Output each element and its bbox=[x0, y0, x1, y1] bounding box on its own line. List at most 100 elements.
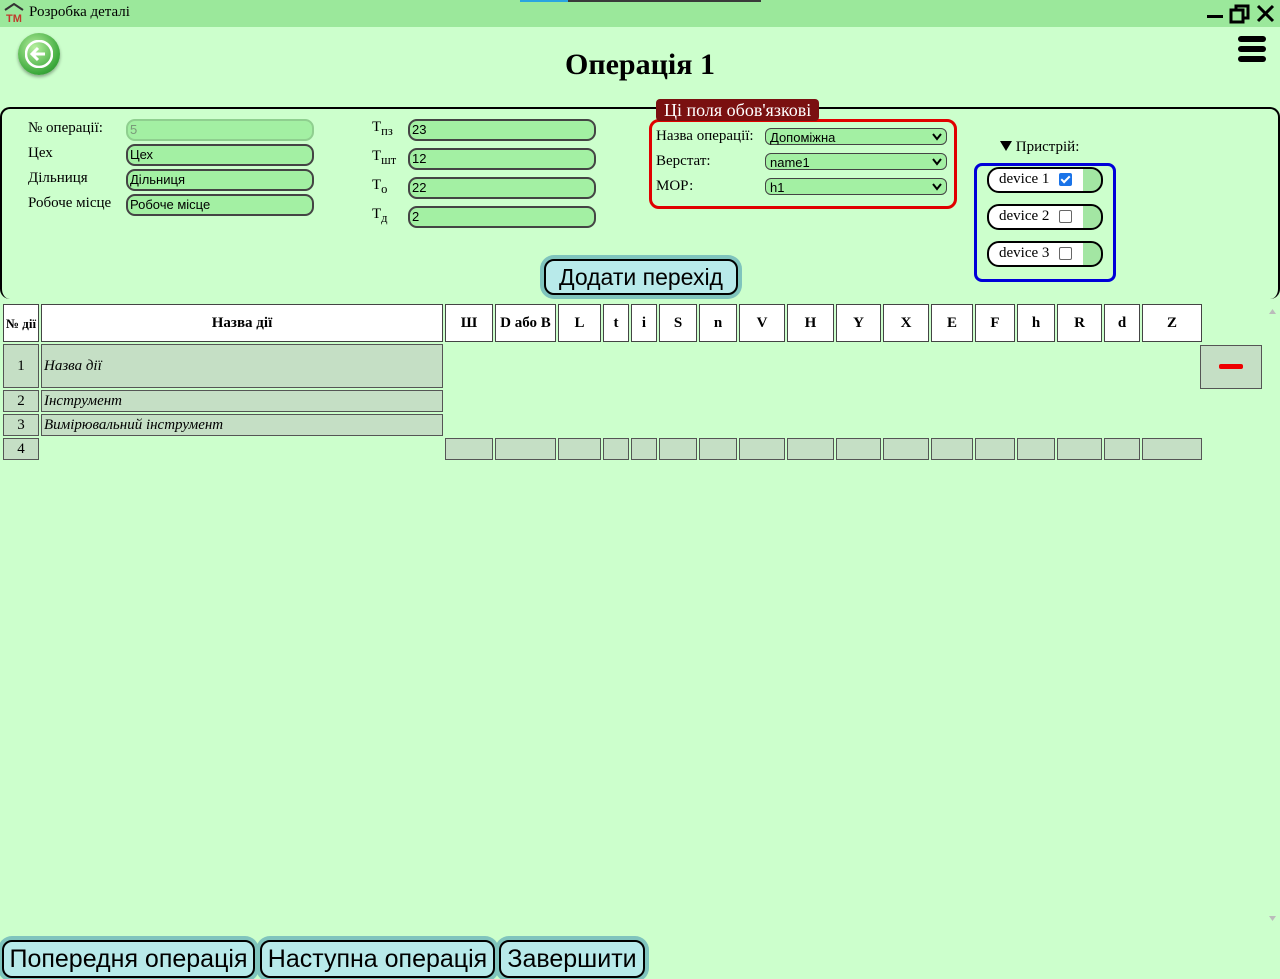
row-number: 4 bbox=[3, 438, 39, 460]
param-input[interactable] bbox=[1017, 438, 1055, 460]
t-pz-field[interactable]: 23 bbox=[408, 119, 596, 141]
param-header: R bbox=[1057, 304, 1102, 342]
t-d-field[interactable]: 2 bbox=[408, 206, 596, 228]
param-input[interactable] bbox=[1104, 438, 1140, 460]
measuring-tool-input[interactable]: Вимірювальний інструмент bbox=[41, 414, 443, 436]
device-item-3[interactable]: device 3 bbox=[987, 241, 1103, 267]
param-header: H bbox=[787, 304, 834, 342]
row-number: 3 bbox=[3, 414, 39, 436]
param-header: V bbox=[739, 304, 785, 342]
op-name-select[interactable]: Допоміжна bbox=[765, 128, 947, 145]
t-sht-field[interactable]: 12 bbox=[408, 148, 596, 170]
table-header-num: № дії bbox=[3, 304, 39, 342]
triangle-down-icon bbox=[1000, 141, 1012, 151]
param-header: d bbox=[1104, 304, 1140, 342]
param-input[interactable] bbox=[445, 438, 493, 460]
param-header: E bbox=[931, 304, 973, 342]
table-row: 2 Інструмент bbox=[3, 390, 1202, 412]
table-row: 1 Назва дії bbox=[3, 344, 1202, 388]
prev-operation-button[interactable]: Попередня операція bbox=[2, 940, 255, 978]
param-input[interactable] bbox=[558, 438, 601, 460]
next-operation-button[interactable]: Наступна операція bbox=[260, 940, 495, 978]
param-header: t bbox=[603, 304, 629, 342]
action-name-input[interactable]: Назва дії bbox=[41, 344, 443, 388]
param-header: n bbox=[699, 304, 737, 342]
device-item-1[interactable]: device 1 bbox=[987, 167, 1103, 193]
param-header: L bbox=[558, 304, 601, 342]
t-o-field[interactable]: 22 bbox=[408, 177, 596, 199]
window-title: Розробка деталі bbox=[29, 4, 130, 20]
app-logo-icon: ТМ bbox=[4, 2, 24, 25]
device-checkbox-3[interactable] bbox=[1059, 247, 1072, 260]
param-header: Z bbox=[1142, 304, 1202, 342]
finish-button[interactable]: Завершити bbox=[499, 940, 645, 978]
machine-label: Верстат: bbox=[656, 153, 711, 169]
param-input[interactable] bbox=[659, 438, 697, 460]
t-pz-label: Тпз bbox=[372, 119, 393, 138]
section-field[interactable]: Дільниця bbox=[126, 169, 314, 191]
param-input[interactable] bbox=[931, 438, 973, 460]
param-header: D або B bbox=[495, 304, 556, 342]
tool-input[interactable]: Інструмент bbox=[41, 390, 443, 412]
param-header: h bbox=[1017, 304, 1055, 342]
param-header: i bbox=[631, 304, 657, 342]
op-number-field: 5 bbox=[126, 119, 314, 141]
param-input[interactable] bbox=[836, 438, 881, 460]
title-bar: ТМ Розробка деталі bbox=[0, 0, 1280, 27]
param-input[interactable] bbox=[495, 438, 556, 460]
chevron-down-icon bbox=[932, 183, 942, 191]
mor-select[interactable]: h1 bbox=[765, 178, 947, 195]
workplace-label: Робоче місце bbox=[28, 195, 112, 211]
param-header: S bbox=[659, 304, 697, 342]
minimize-icon[interactable] bbox=[1205, 3, 1227, 25]
param-input[interactable] bbox=[739, 438, 785, 460]
param-input[interactable] bbox=[883, 438, 929, 460]
t-sht-label: Тшт bbox=[372, 148, 397, 167]
devices-summary[interactable]: Пристрій: bbox=[1000, 139, 1079, 156]
device-item-2[interactable]: device 2 bbox=[987, 204, 1103, 230]
param-header: X bbox=[883, 304, 929, 342]
mor-label: МОР: bbox=[656, 178, 694, 194]
add-transition-button[interactable]: Додати перехід bbox=[544, 259, 738, 295]
hamburger-menu-icon[interactable] bbox=[1238, 36, 1266, 64]
param-header: Ш bbox=[445, 304, 493, 342]
page-title: Операція 1 bbox=[565, 48, 715, 81]
required-fields-title: Ці поля обов'язкові bbox=[656, 99, 820, 121]
remove-action-button[interactable] bbox=[1200, 345, 1262, 389]
table-row: 4 bbox=[3, 438, 1202, 460]
empty-cell bbox=[41, 438, 443, 460]
workshop-field[interactable]: Цех bbox=[126, 144, 314, 166]
param-input[interactable] bbox=[699, 438, 737, 460]
svg-text:ТМ: ТМ bbox=[6, 13, 22, 23]
table-header-name: Назва дії bbox=[41, 304, 443, 342]
minus-icon bbox=[1219, 364, 1243, 369]
row-number: 1 bbox=[3, 344, 39, 388]
device-checkbox-1[interactable] bbox=[1059, 173, 1072, 186]
title-progress bbox=[520, 0, 761, 2]
table-row: 3 Вимірювальний інструмент bbox=[3, 414, 1202, 436]
param-input[interactable] bbox=[603, 438, 629, 460]
param-input[interactable] bbox=[787, 438, 834, 460]
restore-icon[interactable] bbox=[1229, 3, 1251, 25]
scrollbar[interactable] bbox=[1265, 302, 1280, 930]
row-number: 2 bbox=[3, 390, 39, 412]
workplace-field[interactable]: Робоче місце bbox=[126, 194, 314, 216]
op-number-label: № операції: bbox=[28, 120, 103, 136]
param-header: F bbox=[975, 304, 1015, 342]
section-label: Дільниця bbox=[28, 170, 88, 186]
param-input[interactable] bbox=[975, 438, 1015, 460]
machine-select[interactable]: name1 bbox=[765, 153, 947, 170]
device-checkbox-2[interactable] bbox=[1059, 210, 1072, 223]
param-input[interactable] bbox=[631, 438, 657, 460]
param-input[interactable] bbox=[1057, 438, 1102, 460]
param-input[interactable] bbox=[1142, 438, 1202, 460]
t-o-label: То bbox=[372, 177, 388, 196]
actions-table: № дії Назва дії Ш D або B L t i S n V H … bbox=[1, 302, 1204, 462]
close-icon[interactable] bbox=[1255, 3, 1277, 25]
param-header: Y bbox=[836, 304, 881, 342]
chevron-down-icon bbox=[932, 133, 942, 141]
t-d-label: Тд bbox=[372, 206, 388, 225]
workshop-label: Цех bbox=[28, 145, 53, 161]
chevron-down-icon bbox=[932, 158, 942, 166]
op-name-label: Назва операції: bbox=[656, 128, 754, 144]
